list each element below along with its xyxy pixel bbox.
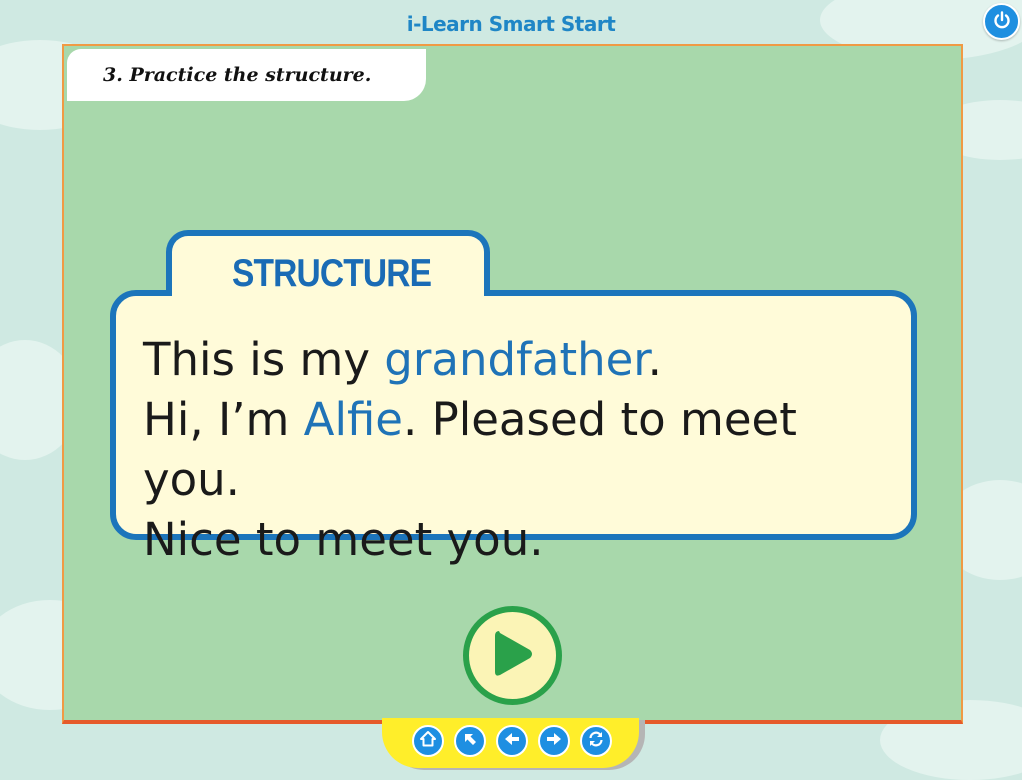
sentence-text: This is my xyxy=(143,333,385,386)
instruction-label: 3. Practice the structure. xyxy=(67,49,426,101)
highlighted-word: grandfather xyxy=(384,333,648,386)
left-arrow-icon xyxy=(503,730,521,752)
sentence-line-2: Hi, I’m Alfie. Pleased to meet you. xyxy=(143,390,903,510)
back-to-menu-button[interactable] xyxy=(454,725,486,757)
power-icon xyxy=(992,10,1012,34)
app-title: i-Learn Smart Start xyxy=(406,12,616,36)
up-left-arrow-icon xyxy=(461,730,479,752)
sentence-text: . xyxy=(647,333,662,386)
replay-button[interactable] xyxy=(580,725,612,757)
navigation-bar xyxy=(382,718,639,768)
activity-stage: 3. Practice the structure. STRUCTURE Thi… xyxy=(62,44,963,724)
sentence-line-1: This is my grandfather. xyxy=(143,330,903,390)
refresh-icon xyxy=(587,730,605,752)
previous-button[interactable] xyxy=(496,725,528,757)
play-icon xyxy=(491,627,535,685)
play-audio-button[interactable] xyxy=(463,606,562,705)
next-button[interactable] xyxy=(538,725,570,757)
structure-heading: STRUCTURE xyxy=(232,252,432,295)
structure-sentences: This is my grandfather. Hi, I’m Alfie. P… xyxy=(143,330,903,570)
sentence-line-3: Nice to meet you. xyxy=(143,513,544,566)
home-icon xyxy=(419,730,437,752)
highlighted-word: Alfie xyxy=(303,393,403,446)
home-button[interactable] xyxy=(412,725,444,757)
right-arrow-icon xyxy=(545,730,563,752)
power-button[interactable] xyxy=(983,3,1020,40)
sentence-text: Hi, I’m xyxy=(143,393,304,446)
